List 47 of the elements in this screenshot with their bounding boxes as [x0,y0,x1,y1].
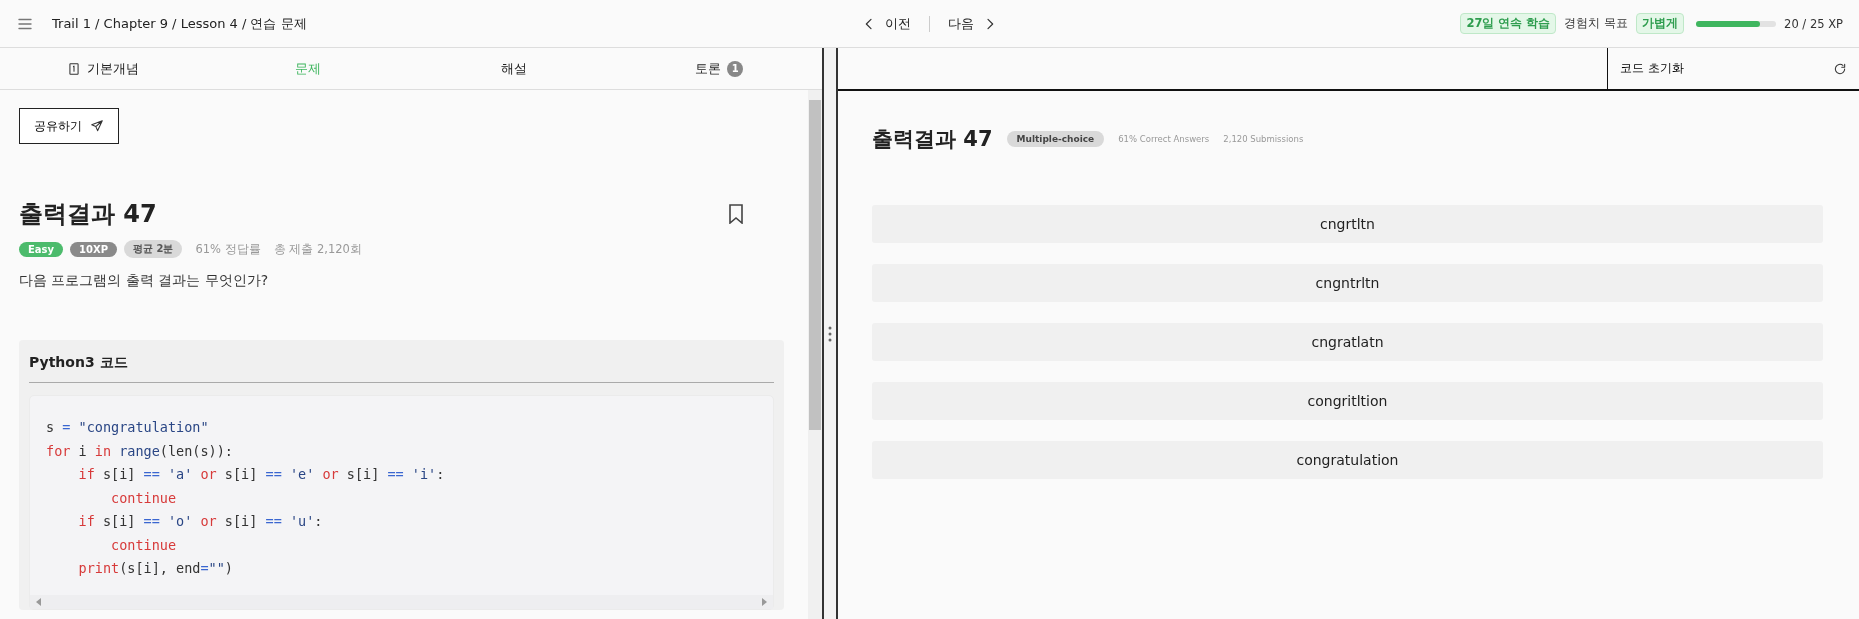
previous-button[interactable]: 이전 [857,10,915,37]
badge: Easy [19,241,64,257]
stat-text: 2,120 Submissions [1223,134,1304,144]
bookmark-icon[interactable] [728,204,744,224]
next-button[interactable]: 다음 [944,10,1002,37]
goal-tag: 가볍게 [1636,13,1685,34]
code-line: continue [110,488,178,508]
badge: 평균 2분 [124,240,183,258]
reset-code-button[interactable]: 코드 초기화 [1607,48,1859,89]
code-line: for i in range(len(s)): [46,441,234,461]
streak-tag: 27일 연속 학습 [1460,13,1557,34]
xp-count: 20 / 25 XP [1784,16,1843,31]
answer-option[interactable]: cngrtltn [872,205,1823,243]
tab[interactable]: 해설 [411,48,617,89]
refresh-icon [1833,61,1847,76]
code-line: if s[i] == 'a' or s[i] == 'e' or s[i] == 'i': [77,465,446,484]
answer-option[interactable]: congratulation [872,441,1823,479]
answer-option[interactable]: cngratlatn [872,323,1823,361]
book-icon [66,61,81,76]
breadcrumb: Trail 1 / Chapter 9 / Lesson 4 / 연습 문제 [52,14,307,33]
stat-text: 61% Correct Answers [1118,134,1210,144]
type-badge: Multiple-choice [1006,131,1105,147]
horizontal-scrollbar[interactable] [30,594,773,609]
send-icon [90,119,104,133]
vertical-scrollbar[interactable] [808,90,822,619]
code-title: Python3 코드 [29,350,774,383]
code-line: continue [110,535,178,555]
answer-option[interactable]: cngntrltn [872,264,1823,302]
stat-text: 총 제출 2,120회 [273,241,362,257]
share-button[interactable]: 공유하기 [19,108,119,144]
problem-title: 출력결과 47 [19,199,157,230]
grip-icon[interactable] [828,324,832,343]
goal-label: 경험치 목표 [1564,16,1629,31]
scroll-right-icon[interactable] [761,597,767,606]
code-line: s = "congratulation" [46,418,210,437]
count-badge: 1 [727,60,744,77]
question-text: 다음 프로그램의 출력 결과는 무엇인가? [19,272,270,290]
code-line: print(s[i], end="") [77,559,234,578]
tab[interactable]: 토론 1 [616,48,822,89]
answer-option[interactable]: congritltion [872,382,1823,420]
scrollbar-thumb[interactable] [809,100,821,430]
tab[interactable]: 기본개념 [0,48,206,89]
code-line: if s[i] == 'o' or s[i] == 'u': [77,512,324,531]
problem-title: 출력결과 47 [872,126,993,153]
stat-text: 61% 정답률 [195,241,261,257]
scroll-left-icon[interactable] [36,597,42,606]
badge: 10XP [70,241,118,257]
